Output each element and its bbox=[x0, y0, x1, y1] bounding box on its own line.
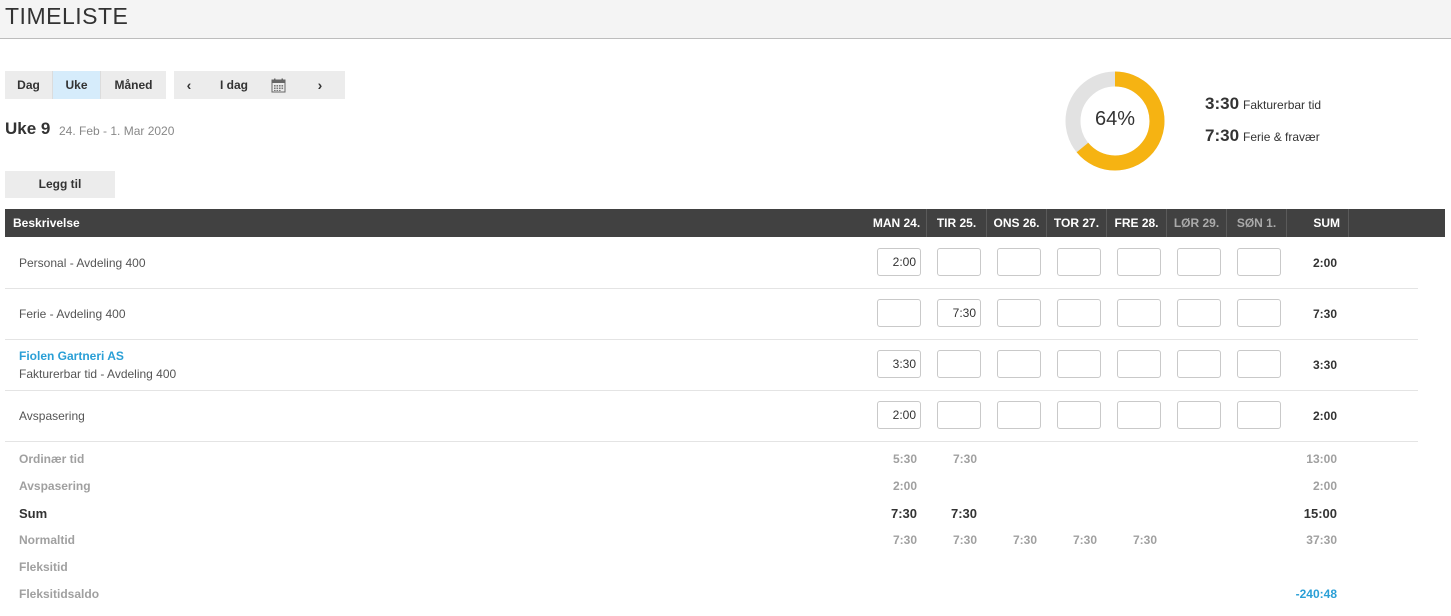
row-sum: 2:00 bbox=[1312, 409, 1337, 423]
legend-absence-label: Ferie & fravær bbox=[1243, 130, 1320, 144]
header-description: Beskrivelse bbox=[13, 216, 80, 230]
hours-input-wed[interactable] bbox=[997, 299, 1041, 327]
summary-total: 15:00 bbox=[1303, 506, 1337, 521]
summary-label: Fleksitidsaldo bbox=[19, 587, 100, 601]
hours-input-thu[interactable] bbox=[1057, 248, 1101, 276]
row-description: Ferie - Avdeling 400 bbox=[19, 307, 126, 321]
legend-billable: 3:30 Fakturerbar tid bbox=[1205, 94, 1321, 114]
view-month-button[interactable]: Måned bbox=[101, 71, 166, 99]
today-button[interactable]: I dag bbox=[204, 78, 264, 92]
table-row: Fiolen Gartneri AS Fakturerbar tid - Avd… bbox=[5, 340, 1418, 391]
legend-absence-value: 7:30 bbox=[1205, 126, 1240, 145]
summary-label: Fleksitid bbox=[19, 560, 68, 574]
summary-ordinary-time: Ordinær tid 5:30 7:30 13:00 bbox=[5, 452, 1418, 472]
table-row: Avspasering 2:00 bbox=[5, 391, 1418, 442]
page-header bbox=[0, 0, 1451, 39]
hours-input-wed[interactable] bbox=[997, 350, 1041, 378]
summary-value-mon: 2:00 bbox=[892, 479, 917, 493]
summary-label: Avspasering bbox=[19, 479, 91, 493]
legend-absence: 7:30 Ferie & fravær bbox=[1205, 126, 1320, 146]
row-description: Avspasering bbox=[19, 409, 85, 423]
hours-input-sun[interactable] bbox=[1237, 401, 1281, 429]
header-wed: ONS 26. bbox=[987, 209, 1047, 237]
add-entry-button[interactable]: Legg til bbox=[5, 171, 115, 198]
legend-billable-value: 3:30 bbox=[1205, 94, 1240, 113]
summary-value-fri: 7:30 bbox=[1132, 533, 1157, 547]
table-row: Personal - Avdeling 400 2:00 bbox=[5, 238, 1418, 289]
prev-week-button[interactable]: ‹ bbox=[174, 77, 204, 93]
week-title: Uke 9 bbox=[5, 119, 51, 138]
hours-input-sat[interactable] bbox=[1177, 248, 1221, 276]
header-sun: SØN 1. bbox=[1227, 209, 1287, 237]
hours-input-mon[interactable] bbox=[877, 401, 921, 429]
summary-total: 13:00 bbox=[1306, 452, 1337, 466]
summary-sum: Sum 7:30 7:30 15:00 bbox=[5, 506, 1418, 526]
row-sum: 2:00 bbox=[1312, 256, 1337, 270]
hours-input-mon[interactable] bbox=[877, 248, 921, 276]
hours-input-thu[interactable] bbox=[1057, 350, 1101, 378]
summary-total: 2:00 bbox=[1312, 479, 1337, 493]
hours-input-mon[interactable] bbox=[877, 350, 921, 378]
hours-input-sat[interactable] bbox=[1177, 401, 1221, 429]
summary-value-mon: 5:30 bbox=[892, 452, 917, 466]
hours-input-thu[interactable] bbox=[1057, 299, 1101, 327]
hours-input-wed[interactable] bbox=[997, 248, 1041, 276]
summary-value-tue: 7:30 bbox=[952, 452, 977, 466]
table-row: Ferie - Avdeling 400 7:30 bbox=[5, 289, 1418, 340]
header-tue: TIR 25. bbox=[927, 209, 987, 237]
view-switcher: Dag Uke Måned bbox=[5, 71, 166, 99]
flex-balance-link[interactable]: -240:48 bbox=[1277, 587, 1337, 601]
summary-value-tue: 7:30 bbox=[952, 533, 977, 547]
hours-input-tue[interactable] bbox=[937, 350, 981, 378]
summary-label: Sum bbox=[19, 506, 48, 521]
summary-value-tue: 7:30 bbox=[950, 506, 977, 521]
view-day-button[interactable]: Dag bbox=[5, 71, 53, 99]
customer-link[interactable]: Fiolen Gartneri AS bbox=[19, 349, 124, 363]
hours-input-tue[interactable] bbox=[937, 299, 981, 327]
header-mon: MAN 24. bbox=[867, 209, 927, 237]
date-navigation: ‹ I dag › bbox=[174, 71, 345, 99]
hours-input-fri[interactable] bbox=[1117, 350, 1161, 378]
hours-input-sun[interactable] bbox=[1237, 299, 1281, 327]
summary-label: Ordinær tid bbox=[19, 452, 85, 466]
header-thu: TOR 27. bbox=[1047, 209, 1107, 237]
summary-normal-time: Normaltid 7:30 7:30 7:30 7:30 7:30 37:30 bbox=[5, 533, 1418, 553]
hours-input-sun[interactable] bbox=[1237, 350, 1281, 378]
table-header: Beskrivelse MAN 24. TIR 25. ONS 26. TOR … bbox=[5, 209, 1445, 237]
row-sum: 7:30 bbox=[1312, 307, 1337, 321]
next-week-button[interactable]: › bbox=[292, 77, 345, 93]
hours-input-thu[interactable] bbox=[1057, 401, 1101, 429]
hours-input-mon[interactable] bbox=[877, 299, 921, 327]
summary-value-thu: 7:30 bbox=[1072, 533, 1097, 547]
hours-input-fri[interactable] bbox=[1117, 401, 1161, 429]
summary-value-mon: 7:30 bbox=[890, 506, 917, 521]
calendar-icon[interactable] bbox=[264, 71, 292, 99]
hours-input-sat[interactable] bbox=[1177, 299, 1221, 327]
row-description: Fakturerbar tid - Avdeling 400 bbox=[19, 367, 177, 381]
hours-input-tue[interactable] bbox=[937, 248, 981, 276]
row-sum: 3:30 bbox=[1312, 358, 1337, 372]
hours-input-wed[interactable] bbox=[997, 401, 1041, 429]
hours-input-sat[interactable] bbox=[1177, 350, 1221, 378]
view-week-button[interactable]: Uke bbox=[53, 71, 101, 99]
header-sum: SUM bbox=[1287, 209, 1349, 237]
summary-flex-balance: Fleksitidsaldo -240:48 bbox=[5, 587, 1418, 607]
hours-input-sun[interactable] bbox=[1237, 248, 1281, 276]
row-description: Personal - Avdeling 400 bbox=[19, 256, 146, 270]
summary-flex-time: Fleksitid bbox=[5, 560, 1418, 580]
header-fri: FRE 28. bbox=[1107, 209, 1167, 237]
header-sat: LØR 29. bbox=[1167, 209, 1227, 237]
summary-total: 37:30 bbox=[1306, 533, 1337, 547]
hours-input-tue[interactable] bbox=[937, 401, 981, 429]
hours-input-fri[interactable] bbox=[1117, 299, 1161, 327]
page-title: TIMELISTE bbox=[5, 3, 129, 29]
summary-value-wed: 7:30 bbox=[1012, 533, 1037, 547]
summary-value-mon: 7:30 bbox=[892, 533, 917, 547]
donut-percentage-label: 64% bbox=[1094, 108, 1136, 130]
summary-label: Normaltid bbox=[19, 533, 76, 547]
summary-time-off: Avspasering 2:00 2:00 bbox=[5, 479, 1418, 499]
legend-billable-label: Fakturerbar tid bbox=[1243, 98, 1322, 112]
week-range: 24. Feb - 1. Mar 2020 bbox=[59, 124, 175, 138]
hours-input-fri[interactable] bbox=[1117, 248, 1161, 276]
